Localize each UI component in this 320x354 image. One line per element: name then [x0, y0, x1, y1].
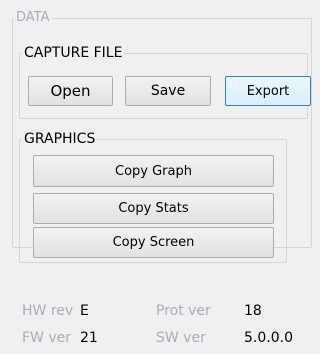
data-panel: DATA CAPTURE FILE Open Save Export GRAPH… — [0, 0, 314, 354]
copy-graph-button[interactable]: Copy Graph — [33, 155, 274, 187]
copy-stats-button[interactable]: Copy Stats — [33, 193, 274, 224]
sw-ver-label: SW ver — [156, 330, 206, 346]
prot-ver-label: Prot ver — [156, 303, 211, 319]
save-button-label: Save — [150, 83, 186, 99]
hw-rev-label: HW rev — [22, 303, 74, 319]
fw-ver-label: FW ver — [22, 330, 71, 346]
open-button-label: Open — [50, 82, 91, 100]
graphics-group-title: GRAPHICS — [22, 131, 98, 147]
fw-ver-value: 21 — [80, 330, 98, 346]
copy-graph-button-label: Copy Graph — [115, 163, 192, 179]
export-button[interactable]: Export — [225, 76, 311, 106]
prot-ver-value: 18 — [244, 303, 262, 319]
sw-ver-value: 5.0.0.0 — [244, 330, 293, 346]
export-button-label: Export — [246, 83, 290, 99]
copy-stats-button-label: Copy Stats — [118, 201, 189, 216]
hw-rev-value: E — [80, 303, 89, 319]
capture-file-group-title: CAPTURE FILE — [22, 45, 125, 61]
open-button[interactable]: Open — [28, 76, 113, 106]
copy-screen-button[interactable]: Copy Screen — [33, 227, 274, 258]
save-button[interactable]: Save — [125, 76, 211, 106]
copy-screen-button-label: Copy Screen — [112, 235, 195, 250]
data-group-title: DATA — [14, 10, 52, 26]
